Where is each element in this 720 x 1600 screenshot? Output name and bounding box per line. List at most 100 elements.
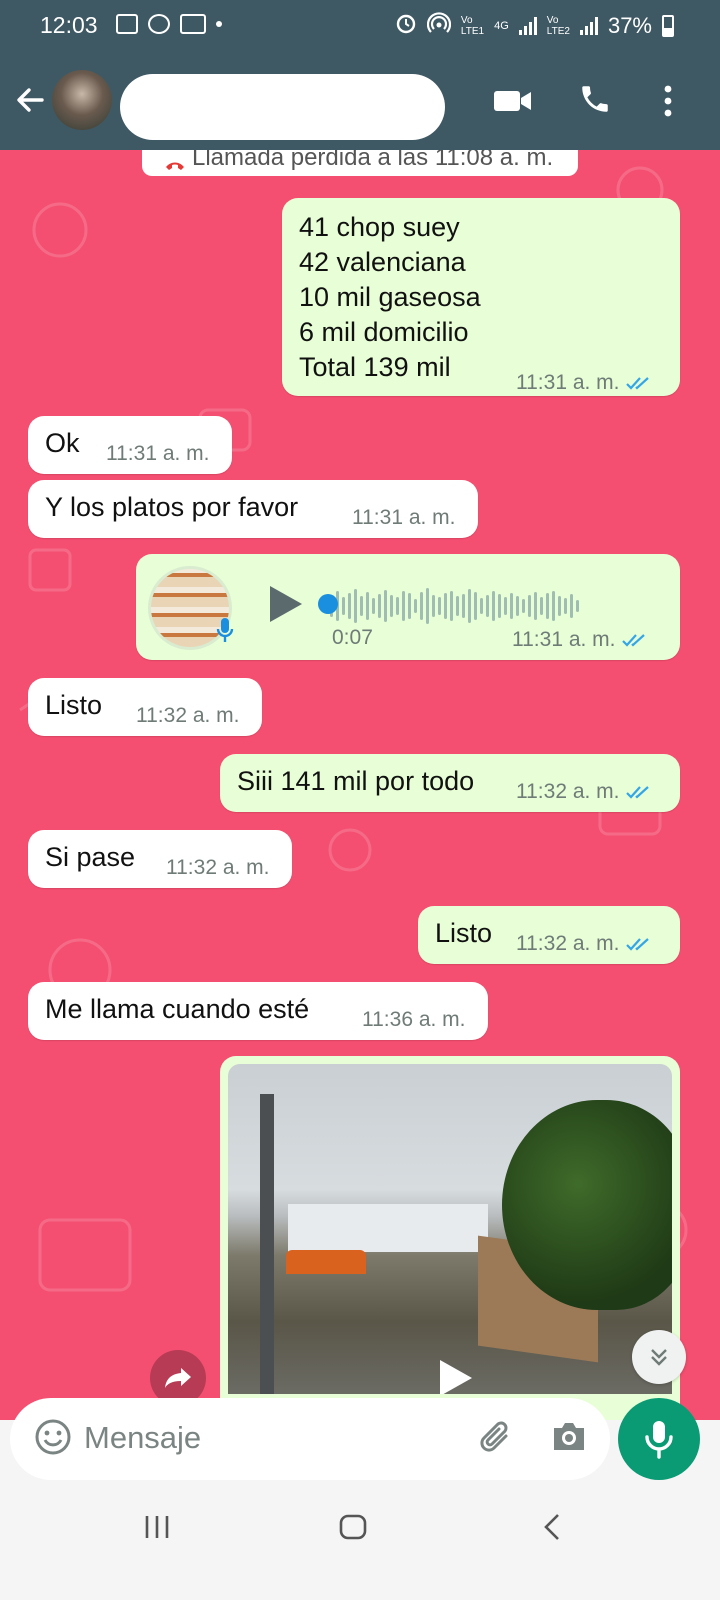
waveform-bar bbox=[480, 598, 483, 614]
message-input-container[interactable]: Mensaje bbox=[10, 1398, 610, 1480]
waveform-bar bbox=[504, 597, 507, 615]
waveform-bar bbox=[516, 596, 519, 616]
attach-icon[interactable] bbox=[476, 1418, 516, 1463]
signal-sim1-icon bbox=[518, 17, 537, 35]
waveform-bar bbox=[354, 589, 357, 623]
alarm-icon bbox=[395, 12, 417, 40]
waveform-bar bbox=[534, 592, 537, 620]
chat-header bbox=[0, 54, 720, 150]
waveform-bar bbox=[564, 598, 567, 614]
message-bubble-outgoing[interactable]: Listo 11:32 a. m. bbox=[418, 906, 680, 964]
voice-progress-handle[interactable] bbox=[318, 594, 338, 614]
camera-icon[interactable] bbox=[550, 1420, 588, 1459]
composer-bar: Mensaje bbox=[0, 1398, 720, 1486]
message-time: 11:32 a. m. bbox=[166, 856, 270, 879]
message-bubble-incoming[interactable]: Y los platos por favor 11:31 a. m. bbox=[28, 480, 478, 538]
message-bubble-incoming[interactable]: Si pase 11:32 a. m. bbox=[28, 830, 292, 888]
voice-duration: 0:07 bbox=[332, 626, 373, 649]
waveform-bar bbox=[438, 597, 441, 615]
message-bubble-outgoing[interactable]: 41 chop suey 42 valenciana 10 mil gaseos… bbox=[282, 198, 680, 396]
message-line: 6 mil domicilio bbox=[299, 317, 469, 347]
waveform-bar bbox=[378, 594, 381, 618]
waveform-bar bbox=[462, 594, 465, 618]
message-text: Listo bbox=[45, 690, 103, 720]
waveform-bar bbox=[420, 592, 423, 620]
waveform-bar bbox=[498, 594, 501, 618]
message-time: 11:32 a. m. bbox=[516, 932, 620, 955]
message-bubble-incoming[interactable]: Me llama cuando esté 11:36 a. m. bbox=[28, 982, 488, 1040]
more-notifications-icon bbox=[216, 21, 222, 27]
waveform-bar bbox=[342, 597, 345, 615]
back-nav-icon[interactable] bbox=[538, 1512, 568, 1547]
contact-name[interactable] bbox=[120, 74, 445, 140]
waveform-bar bbox=[348, 593, 351, 619]
waveform-bar bbox=[486, 595, 489, 617]
message-bubble-outgoing[interactable]: Siii 141 mil por todo 11:32 a. m. bbox=[220, 754, 680, 812]
message-text: Listo bbox=[435, 918, 493, 948]
gallery-notification-icon bbox=[116, 14, 138, 34]
waveform-bar bbox=[558, 596, 561, 616]
video-message-bubble[interactable] bbox=[220, 1056, 680, 1420]
voice-message-bubble[interactable]: 0:07 11:31 a. m. bbox=[136, 554, 680, 660]
message-time: 11:31 a. m. bbox=[516, 371, 620, 394]
network-type: 4G bbox=[494, 20, 509, 32]
read-ticks-icon bbox=[625, 786, 649, 799]
status-time: 12:03 bbox=[40, 12, 98, 38]
message-bubble-incoming[interactable]: Listo 11:32 a. m. bbox=[28, 678, 262, 736]
read-ticks-icon bbox=[625, 376, 649, 390]
home-icon[interactable] bbox=[338, 1512, 368, 1547]
recent-apps-icon[interactable] bbox=[142, 1512, 172, 1547]
message-text: Si pase bbox=[45, 842, 136, 872]
waveform-bar bbox=[540, 597, 543, 615]
message-line: 42 valenciana bbox=[299, 247, 466, 277]
emoji-icon[interactable] bbox=[34, 1418, 72, 1461]
battery-percent: 37% bbox=[607, 13, 652, 38]
waveform-bar bbox=[528, 595, 531, 617]
waveform-bar bbox=[522, 599, 525, 613]
signal-sim2-icon bbox=[579, 17, 598, 35]
waveform-bar bbox=[510, 593, 513, 619]
read-ticks-icon bbox=[625, 938, 649, 951]
missed-call-icon bbox=[164, 150, 186, 178]
message-input[interactable]: Mensaje bbox=[84, 1420, 201, 1456]
waveform-bar bbox=[474, 592, 477, 620]
message-text: Me llama cuando esté bbox=[45, 994, 310, 1024]
double-chevron-down-icon bbox=[651, 1349, 667, 1366]
back-arrow-icon[interactable] bbox=[12, 82, 48, 118]
app-notification-icon bbox=[180, 14, 206, 34]
waveform-bar bbox=[432, 595, 435, 617]
waveform-bar bbox=[570, 594, 573, 618]
waveform-bar bbox=[444, 593, 447, 619]
missed-call-text: Llamada perdida a las 11:08 a. m. bbox=[192, 150, 554, 171]
video-play-icon[interactable] bbox=[438, 1358, 474, 1394]
video-call-icon[interactable] bbox=[494, 88, 532, 119]
waveform-bar bbox=[384, 590, 387, 622]
chrome-notification-icon bbox=[148, 14, 170, 34]
phone-icon[interactable] bbox=[578, 82, 612, 121]
waveform-bar bbox=[468, 589, 471, 623]
contact-avatar[interactable] bbox=[52, 70, 112, 130]
message-text: Ok bbox=[45, 428, 80, 458]
sim1-label: Vo LTE1 bbox=[460, 15, 485, 37]
scroll-to-bottom-button[interactable] bbox=[632, 1330, 686, 1384]
voice-waveform[interactable] bbox=[324, 584, 654, 628]
battery-icon bbox=[662, 15, 674, 37]
waveform-bar bbox=[402, 591, 405, 621]
message-time: 11:31 a. m. bbox=[512, 628, 616, 651]
read-ticks-icon bbox=[621, 634, 645, 647]
play-icon[interactable] bbox=[268, 584, 304, 631]
message-time: 11:31 a. m. bbox=[352, 506, 456, 529]
sim2-label: Vo LTE2 bbox=[546, 15, 570, 37]
missed-call-notice: Llamada perdida a las 11:08 a. m. bbox=[142, 150, 578, 176]
message-time: 11:31 a. m. bbox=[106, 442, 210, 465]
mic-small-icon bbox=[216, 616, 234, 651]
more-vert-icon[interactable] bbox=[660, 84, 676, 123]
chat-area[interactable]: Llamada perdida a las 11:08 a. m. 41 cho… bbox=[0, 150, 720, 1420]
message-time: 11:32 a. m. bbox=[136, 704, 240, 727]
message-time: 11:32 a. m. bbox=[516, 780, 620, 803]
message-bubble-incoming[interactable]: Ok 11:31 a. m. bbox=[28, 416, 232, 474]
voice-record-button[interactable] bbox=[618, 1398, 700, 1480]
message-text: Siii 141 mil por todo bbox=[237, 766, 475, 796]
waveform-bar bbox=[390, 595, 393, 617]
video-thumbnail[interactable] bbox=[228, 1064, 672, 1394]
